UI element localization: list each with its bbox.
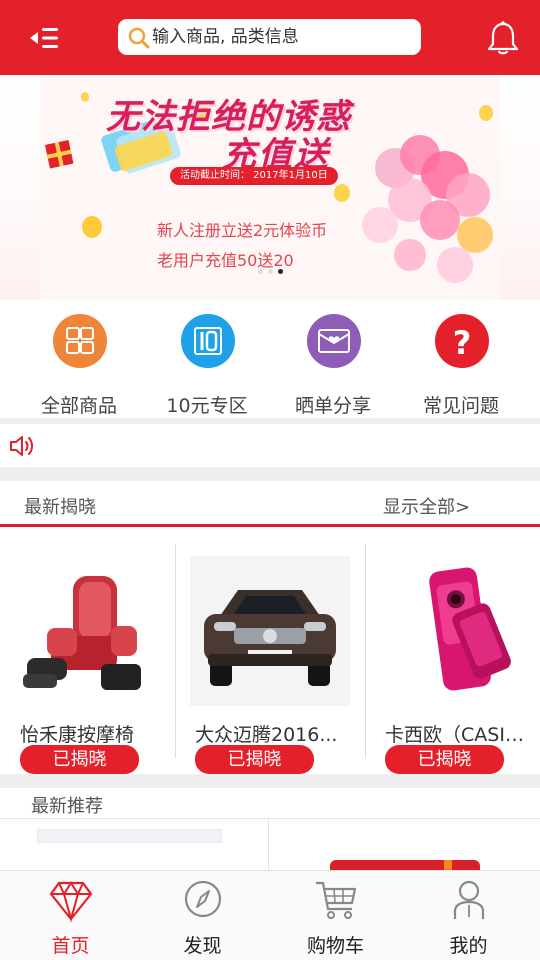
nav-home[interactable]: 首页: [3, 871, 138, 960]
product-name: 卡西欧（CASIO...: [385, 724, 535, 746]
user-icon: [447, 877, 491, 923]
category-label: 10元专区: [166, 395, 248, 417]
section-divider: [0, 467, 540, 481]
product-card[interactable]: 卡西欧（CASIO... 已揭晓: [365, 530, 540, 774]
section-title: 最新揭晓: [24, 497, 96, 518]
recommend-section-title: 最新推荐: [31, 796, 103, 817]
envelope-heart-icon: [307, 314, 361, 368]
bell-icon[interactable]: [486, 20, 520, 56]
nav-label: 首页: [51, 935, 90, 957]
grid-icon: [53, 314, 107, 368]
revealed-button[interactable]: 已揭晓: [20, 745, 139, 774]
cart-icon: [314, 877, 358, 923]
product-image-car[interactable]: [190, 556, 350, 706]
search-input[interactable]: 输入商品, 品类信息: [152, 19, 299, 55]
top-bar: 输入商品, 品类信息: [0, 0, 540, 75]
show-all-link[interactable]: 显示全部>: [383, 493, 470, 519]
category-label: 晒单分享: [294, 395, 371, 417]
product-name: 大众迈腾2016...: [195, 724, 338, 746]
banner-pagination[interactable]: [258, 269, 283, 274]
category-ten-yuan[interactable]: 10元专区: [142, 314, 272, 417]
latest-section-header: 最新揭晓 显示全部>: [0, 481, 540, 527]
category-row: 全部商品 10元专区 晒单分享 ? 常见问题: [0, 300, 540, 418]
search-bar[interactable]: 输入商品, 品类信息: [118, 19, 421, 55]
banner-promo-line2: 老用户充值50送20: [157, 251, 294, 270]
recommend-card-preview: [37, 829, 222, 843]
category-label: 常见问题: [422, 395, 499, 417]
nav-profile[interactable]: 我的: [401, 871, 536, 960]
recommend-card[interactable]: [0, 819, 269, 871]
banner-date-badge: 活动截止时间： 2017年1月10日: [170, 167, 338, 185]
category-all-products[interactable]: 全部商品: [14, 314, 144, 417]
nav-label: 购物车: [306, 935, 364, 957]
category-label: 全部商品: [40, 395, 117, 417]
revealed-button[interactable]: 已揭晓: [195, 745, 314, 774]
svg-text:?: ?: [453, 324, 472, 362]
diamond-icon: [49, 877, 93, 923]
question-icon: ?: [435, 314, 489, 368]
category-faq[interactable]: ? 常见问题: [396, 314, 526, 417]
section-divider: [0, 774, 540, 788]
category-share[interactable]: 晒单分享: [268, 314, 398, 417]
revealed-button[interactable]: 已揭晓: [385, 745, 504, 774]
latest-products: 怡禾康按摩椅 已揭晓 大众迈腾2016... 已揭晓 卡西欧（CASIO... …: [0, 530, 540, 774]
product-card[interactable]: 怡禾康按摩椅 已揭晓: [0, 530, 175, 774]
speaker-icon: [8, 432, 38, 460]
nav-label: 发现: [183, 935, 222, 957]
pagination-dot[interactable]: [258, 269, 263, 274]
nav-label: 我的: [449, 935, 488, 957]
ten-yuan-icon: [181, 314, 235, 368]
banner-promo-line1: 新人注册立送2元体验币: [157, 221, 328, 240]
compass-icon: [181, 877, 225, 923]
search-icon: [126, 25, 152, 51]
nav-cart[interactable]: 购物车: [268, 871, 403, 960]
product-image-camera[interactable]: [380, 556, 540, 706]
back-list-icon[interactable]: [26, 22, 66, 54]
product-name: 怡禾康按摩椅: [20, 724, 135, 746]
pagination-dot[interactable]: [268, 269, 273, 274]
recommend-list: [0, 818, 540, 871]
notice-bar[interactable]: [0, 424, 540, 468]
promo-banner[interactable]: 无法拒绝的诱惑 充值送 活动截止时间： 2017年1月10日 新人注册立送2元体…: [0, 75, 540, 300]
product-card[interactable]: 大众迈腾2016... 已揭晓: [175, 530, 350, 774]
bottom-nav: 首页 发现 购物车 我的: [0, 870, 540, 960]
product-image-massage-chair[interactable]: [15, 556, 175, 706]
pagination-dot-active[interactable]: [278, 269, 283, 274]
nav-discover[interactable]: 发现: [135, 871, 270, 960]
